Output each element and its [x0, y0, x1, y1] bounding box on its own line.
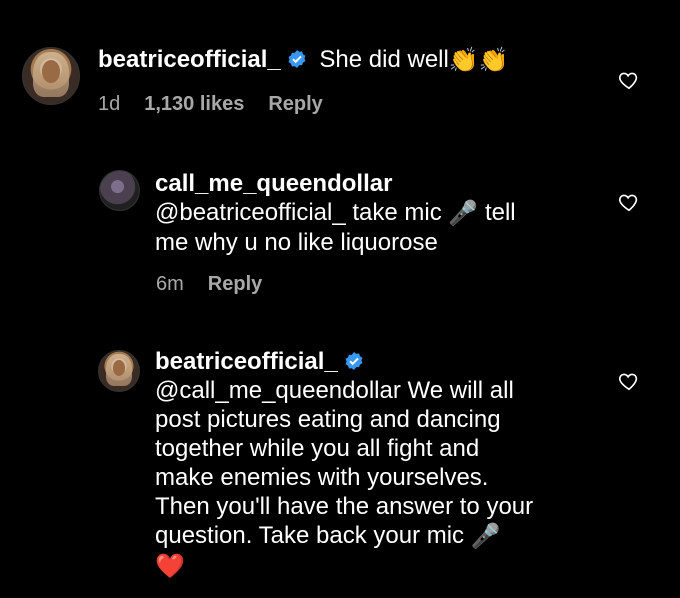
verified-badge-icon: [288, 50, 306, 68]
like-heart-icon[interactable]: [618, 191, 640, 213]
comment-text: Then you'll have the answer to your: [155, 493, 534, 520]
like-heart-icon[interactable]: [618, 370, 640, 392]
reply-button[interactable]: Reply: [268, 93, 322, 115]
avatar[interactable]: [98, 350, 140, 392]
comment-text: She did well: [319, 46, 449, 73]
username[interactable]: beatriceofficial_: [98, 46, 281, 73]
comment-text: me why u no like liquorose: [155, 229, 438, 257]
verified-badge-icon: [345, 352, 363, 370]
avatar[interactable]: [99, 170, 140, 211]
comment-age: 1d: [98, 93, 121, 115]
comment-text: make enemies with yourselves.: [155, 464, 489, 491]
comment-text: tell: [478, 199, 516, 226]
username[interactable]: call_me_queendollar: [155, 170, 392, 197]
clapping-hands-emoji: 👏👏: [448, 47, 509, 75]
comment-text: We will all: [400, 377, 514, 404]
microphone-emoji: 🎤: [448, 200, 479, 228]
mention-link[interactable]: @call_me_queendollar: [155, 377, 401, 404]
comment-text: post pictures eating and dancing: [155, 406, 501, 433]
mention-link[interactable]: @beatriceofficial_: [155, 199, 346, 226]
microphone-emoji: 🎤: [470, 523, 501, 551]
comment-text: question. Take back your mic: [155, 522, 471, 549]
like-heart-icon[interactable]: [618, 69, 640, 91]
reply-button[interactable]: Reply: [208, 273, 262, 295]
comment-age: 6m: [156, 273, 184, 295]
comment-text: take mic: [345, 199, 449, 226]
avatar[interactable]: [22, 47, 80, 105]
red-heart-emoji: ❤️: [155, 553, 185, 581]
likes-count[interactable]: 1,130 likes: [144, 93, 244, 115]
username[interactable]: beatriceofficial_: [155, 348, 338, 375]
comment-text: together while you all fight and: [155, 435, 480, 462]
